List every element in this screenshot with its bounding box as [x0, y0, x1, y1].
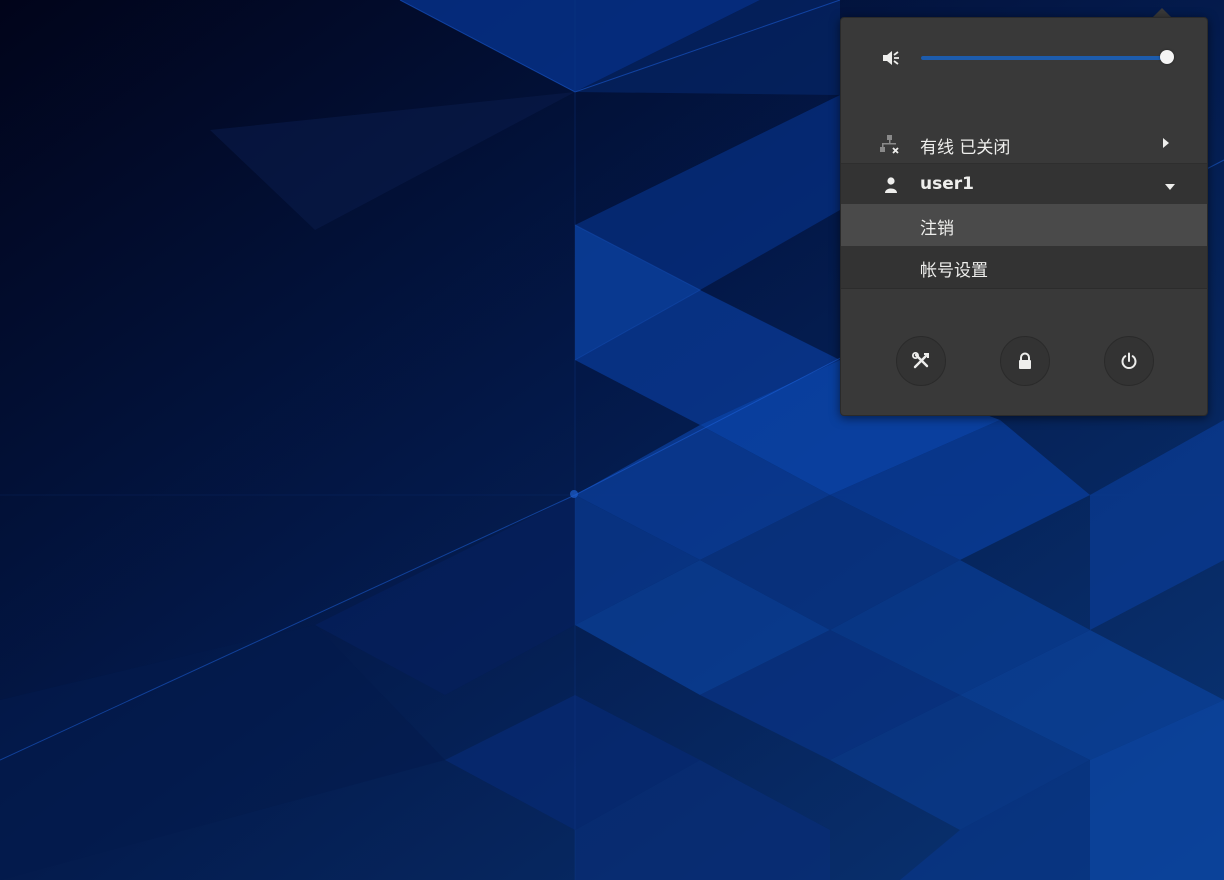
volume-slider[interactable] — [921, 50, 1174, 64]
lock-button[interactable] — [1000, 336, 1050, 386]
user-item[interactable]: user1 — [841, 163, 1207, 206]
wired-network-item[interactable]: 有线 已关闭 — [841, 122, 1207, 164]
settings-tools-icon — [912, 352, 929, 369]
user-name-label: user1 — [920, 174, 974, 194]
lock-icon — [1019, 352, 1031, 369]
wired-network-label: 有线 已关闭 — [920, 138, 1011, 158]
network-wired-disconnected-icon — [880, 135, 899, 154]
speaker-muted-icon[interactable] — [881, 49, 901, 67]
system-status-menu: 有线 已关闭 user1 注销 帐号设置 — [840, 17, 1208, 416]
power-button[interactable] — [1104, 336, 1154, 386]
volume-slider-fill — [921, 56, 1167, 60]
chevron-right-icon — [1163, 138, 1169, 148]
system-actions-row — [841, 336, 1207, 390]
chevron-down-icon — [1165, 184, 1175, 190]
power-icon — [1121, 352, 1137, 370]
avatar-icon — [885, 177, 897, 193]
account-settings-menu-item[interactable]: 帐号设置 — [841, 246, 1207, 289]
logout-menu-item[interactable]: 注销 — [841, 204, 1207, 246]
logout-label: 注销 — [920, 219, 954, 239]
settings-button[interactable] — [896, 336, 946, 386]
volume-row — [841, 40, 1207, 76]
volume-slider-handle[interactable] — [1160, 50, 1174, 64]
account-settings-label: 帐号设置 — [920, 261, 988, 281]
